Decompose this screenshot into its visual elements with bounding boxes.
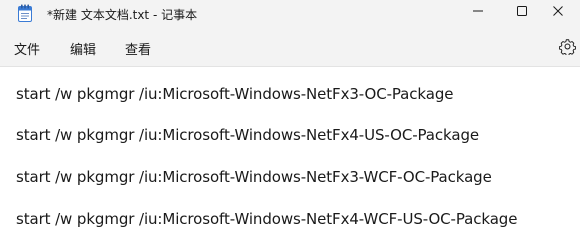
- editor-line: start /w pkgmgr /iu:Microsoft-Windows-Ne…: [16, 85, 454, 103]
- editor-line: start /w pkgmgr /iu:Microsoft-Windows-Ne…: [16, 210, 518, 228]
- editor-line: start /w pkgmgr /iu:Microsoft-Windows-Ne…: [16, 168, 492, 186]
- menu-view[interactable]: 查看: [125, 39, 151, 58]
- menu-bar: 文件 编辑 查看: [0, 30, 580, 67]
- gear-icon[interactable]: [558, 38, 577, 57]
- title-bar[interactable]: *新建 文本文档.txt - 记事本: [0, 0, 580, 30]
- menu-edit[interactable]: 编辑: [70, 39, 96, 58]
- text-editor[interactable]: start /w pkgmgr /iu:Microsoft-Windows-Ne…: [0, 67, 580, 250]
- notepad-icon: [18, 4, 32, 22]
- notepad-window: *新建 文本文档.txt - 记事本 文件 编辑 查看 start /w pkg…: [0, 0, 580, 250]
- minimize-button[interactable]: [456, 0, 500, 22]
- maximize-icon: [516, 2, 528, 21]
- menu-file[interactable]: 文件: [14, 39, 40, 58]
- minimize-icon: [472, 2, 484, 21]
- close-button[interactable]: [536, 0, 580, 22]
- close-icon: [552, 2, 564, 21]
- window-title: *新建 文本文档.txt - 记事本: [47, 8, 198, 22]
- editor-line: start /w pkgmgr /iu:Microsoft-Windows-Ne…: [16, 126, 480, 144]
